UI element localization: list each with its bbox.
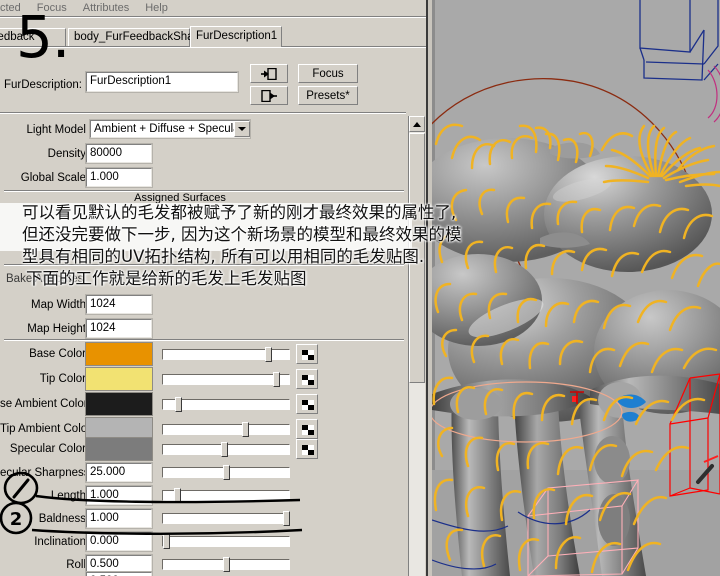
inclination-slider-track[interactable] bbox=[162, 536, 290, 547]
scroll-up-button[interactable] bbox=[409, 116, 425, 132]
light-model-select[interactable]: Ambient + Diffuse + Specular bbox=[89, 119, 251, 139]
base-ambient-color-slider-thumb[interactable] bbox=[174, 397, 182, 412]
baldness-slider-thumb[interactable] bbox=[283, 511, 290, 526]
light-model-value: Ambient + Diffuse + Specular bbox=[94, 123, 244, 135]
map-width-label: Map Width bbox=[31, 299, 86, 311]
tip-color-slider-track[interactable] bbox=[162, 374, 290, 385]
base-ambient-color-map-button[interactable] bbox=[296, 394, 318, 414]
tip-ambient-color-slider-thumb[interactable] bbox=[242, 422, 250, 437]
checker-icon bbox=[302, 400, 314, 410]
panel-vertical-scrollbar[interactable] bbox=[408, 116, 425, 576]
baldness-label: Baldness bbox=[38, 513, 86, 525]
base-color-slider-thumb[interactable] bbox=[265, 347, 273, 362]
baldness-slider-track[interactable] bbox=[162, 513, 290, 524]
menu-item-help[interactable]: Help bbox=[137, 2, 176, 14]
base-color-map-button[interactable] bbox=[296, 344, 318, 364]
map-height-label: Map Height bbox=[27, 323, 86, 335]
inclination-label: Inclination bbox=[34, 536, 86, 548]
furdescription-input[interactable]: FurDescription1 bbox=[85, 71, 239, 93]
arrow-outof-box-icon bbox=[261, 89, 277, 102]
length-input[interactable]: 1.000 bbox=[85, 485, 153, 506]
chevron-down-icon bbox=[238, 127, 246, 131]
step-number-annotation: 5. bbox=[16, 3, 70, 71]
menu-item-attributes[interactable]: Attributes bbox=[75, 2, 137, 14]
polar-input[interactable]: 0.500 bbox=[85, 571, 153, 576]
length-slider-thumb[interactable] bbox=[174, 488, 181, 503]
base-ambient-color-swatch[interactable] bbox=[85, 392, 153, 416]
map-width-input[interactable]: 1024 bbox=[85, 294, 153, 315]
subtitle-line-3: 型具有相同的UV拓扑结构, 所有可以用相同的毛发贴图. bbox=[22, 247, 425, 266]
roll-label: Roll bbox=[66, 559, 86, 571]
presets-button[interactable]: Presets* bbox=[298, 86, 358, 105]
checker-icon bbox=[302, 445, 314, 455]
specular-sharpness-input[interactable]: 25.000 bbox=[85, 462, 153, 483]
focus-button[interactable]: Focus bbox=[298, 64, 358, 83]
tip-color-slider-thumb[interactable] bbox=[272, 372, 280, 387]
tip-color-swatch[interactable] bbox=[85, 367, 153, 391]
length-slider-track[interactable] bbox=[162, 490, 290, 501]
light-model-label: Light Model bbox=[26, 124, 86, 136]
inclination-slider-thumb[interactable] bbox=[163, 534, 170, 549]
tab-body-furfeedbackshape[interactable]: body_FurFeedbackShape bbox=[68, 28, 206, 47]
global-scale-input[interactable]: 1.000 bbox=[85, 167, 153, 188]
checker-icon bbox=[302, 350, 314, 360]
color-section-divider bbox=[4, 339, 404, 341]
subtitle-line-1: 可以看见默认的毛发都被赋予了新的刚才最终效果的属性了, bbox=[22, 203, 457, 222]
inclination-input[interactable]: 0.000 bbox=[85, 531, 153, 552]
checker-icon bbox=[302, 425, 314, 435]
arrow-outof-box-icon-button[interactable] bbox=[250, 86, 288, 105]
subtitle-line-2: 但还没完要做下一步, 因为这个新场景的模型和最终效果的模 bbox=[22, 225, 462, 244]
chevron-up-icon bbox=[413, 121, 421, 127]
map-height-input[interactable]: 1024 bbox=[85, 318, 153, 339]
light-model-chevron-down-button[interactable] bbox=[234, 121, 250, 137]
tip-ambient-color-label: Tip Ambient Color bbox=[0, 423, 91, 435]
tip-ambient-color-map-button[interactable] bbox=[296, 419, 318, 439]
tip-ambient-color-slider-track[interactable] bbox=[162, 424, 290, 435]
base-ambient-color-label: se Ambient Color bbox=[0, 398, 88, 410]
specular-color-swatch[interactable] bbox=[85, 437, 153, 461]
density-input[interactable]: 80000 bbox=[85, 143, 153, 164]
specular-sharpness-slider-thumb[interactable] bbox=[223, 465, 230, 480]
length-label: Length bbox=[50, 490, 86, 502]
checker-icon bbox=[302, 375, 314, 385]
arrow-into-box-icon-button[interactable] bbox=[250, 64, 288, 83]
header-divider bbox=[0, 112, 406, 114]
furdescription-label: FurDescription: bbox=[4, 79, 82, 91]
specular-color-map-button[interactable] bbox=[296, 439, 318, 459]
tip-ambient-color-swatch[interactable] bbox=[85, 417, 153, 441]
subtitle-overlay: 可以看见默认的毛发都被赋予了新的刚才最终效果的属性了, 但还没完要做下一步, 因… bbox=[8, 202, 528, 290]
roll-slider-thumb[interactable] bbox=[223, 557, 230, 572]
arrow-into-box-icon bbox=[261, 67, 277, 80]
tip-color-label: Tip Color bbox=[39, 373, 86, 385]
global-scale-label: Global Scale bbox=[20, 172, 86, 184]
tab-furdescription1[interactable]: FurDescription1 bbox=[190, 26, 282, 47]
baldness-input[interactable]: 1.000 bbox=[85, 508, 153, 529]
density-label: Density bbox=[47, 148, 86, 160]
specular-color-label: Specular Color bbox=[9, 443, 86, 455]
base-color-label: Base Color bbox=[29, 348, 86, 360]
base-color-swatch[interactable] bbox=[85, 342, 153, 366]
specular-color-slider-thumb[interactable] bbox=[220, 442, 228, 457]
tip-color-map-button[interactable] bbox=[296, 369, 318, 389]
subtitle-line-4: 下面的工作就是给新的毛发上毛发贴图 bbox=[26, 269, 307, 288]
application-window: cted Focus Attributes Help Feedback body… bbox=[0, 0, 720, 576]
specular-sharpness-label: ecular Sharpness bbox=[0, 467, 90, 479]
